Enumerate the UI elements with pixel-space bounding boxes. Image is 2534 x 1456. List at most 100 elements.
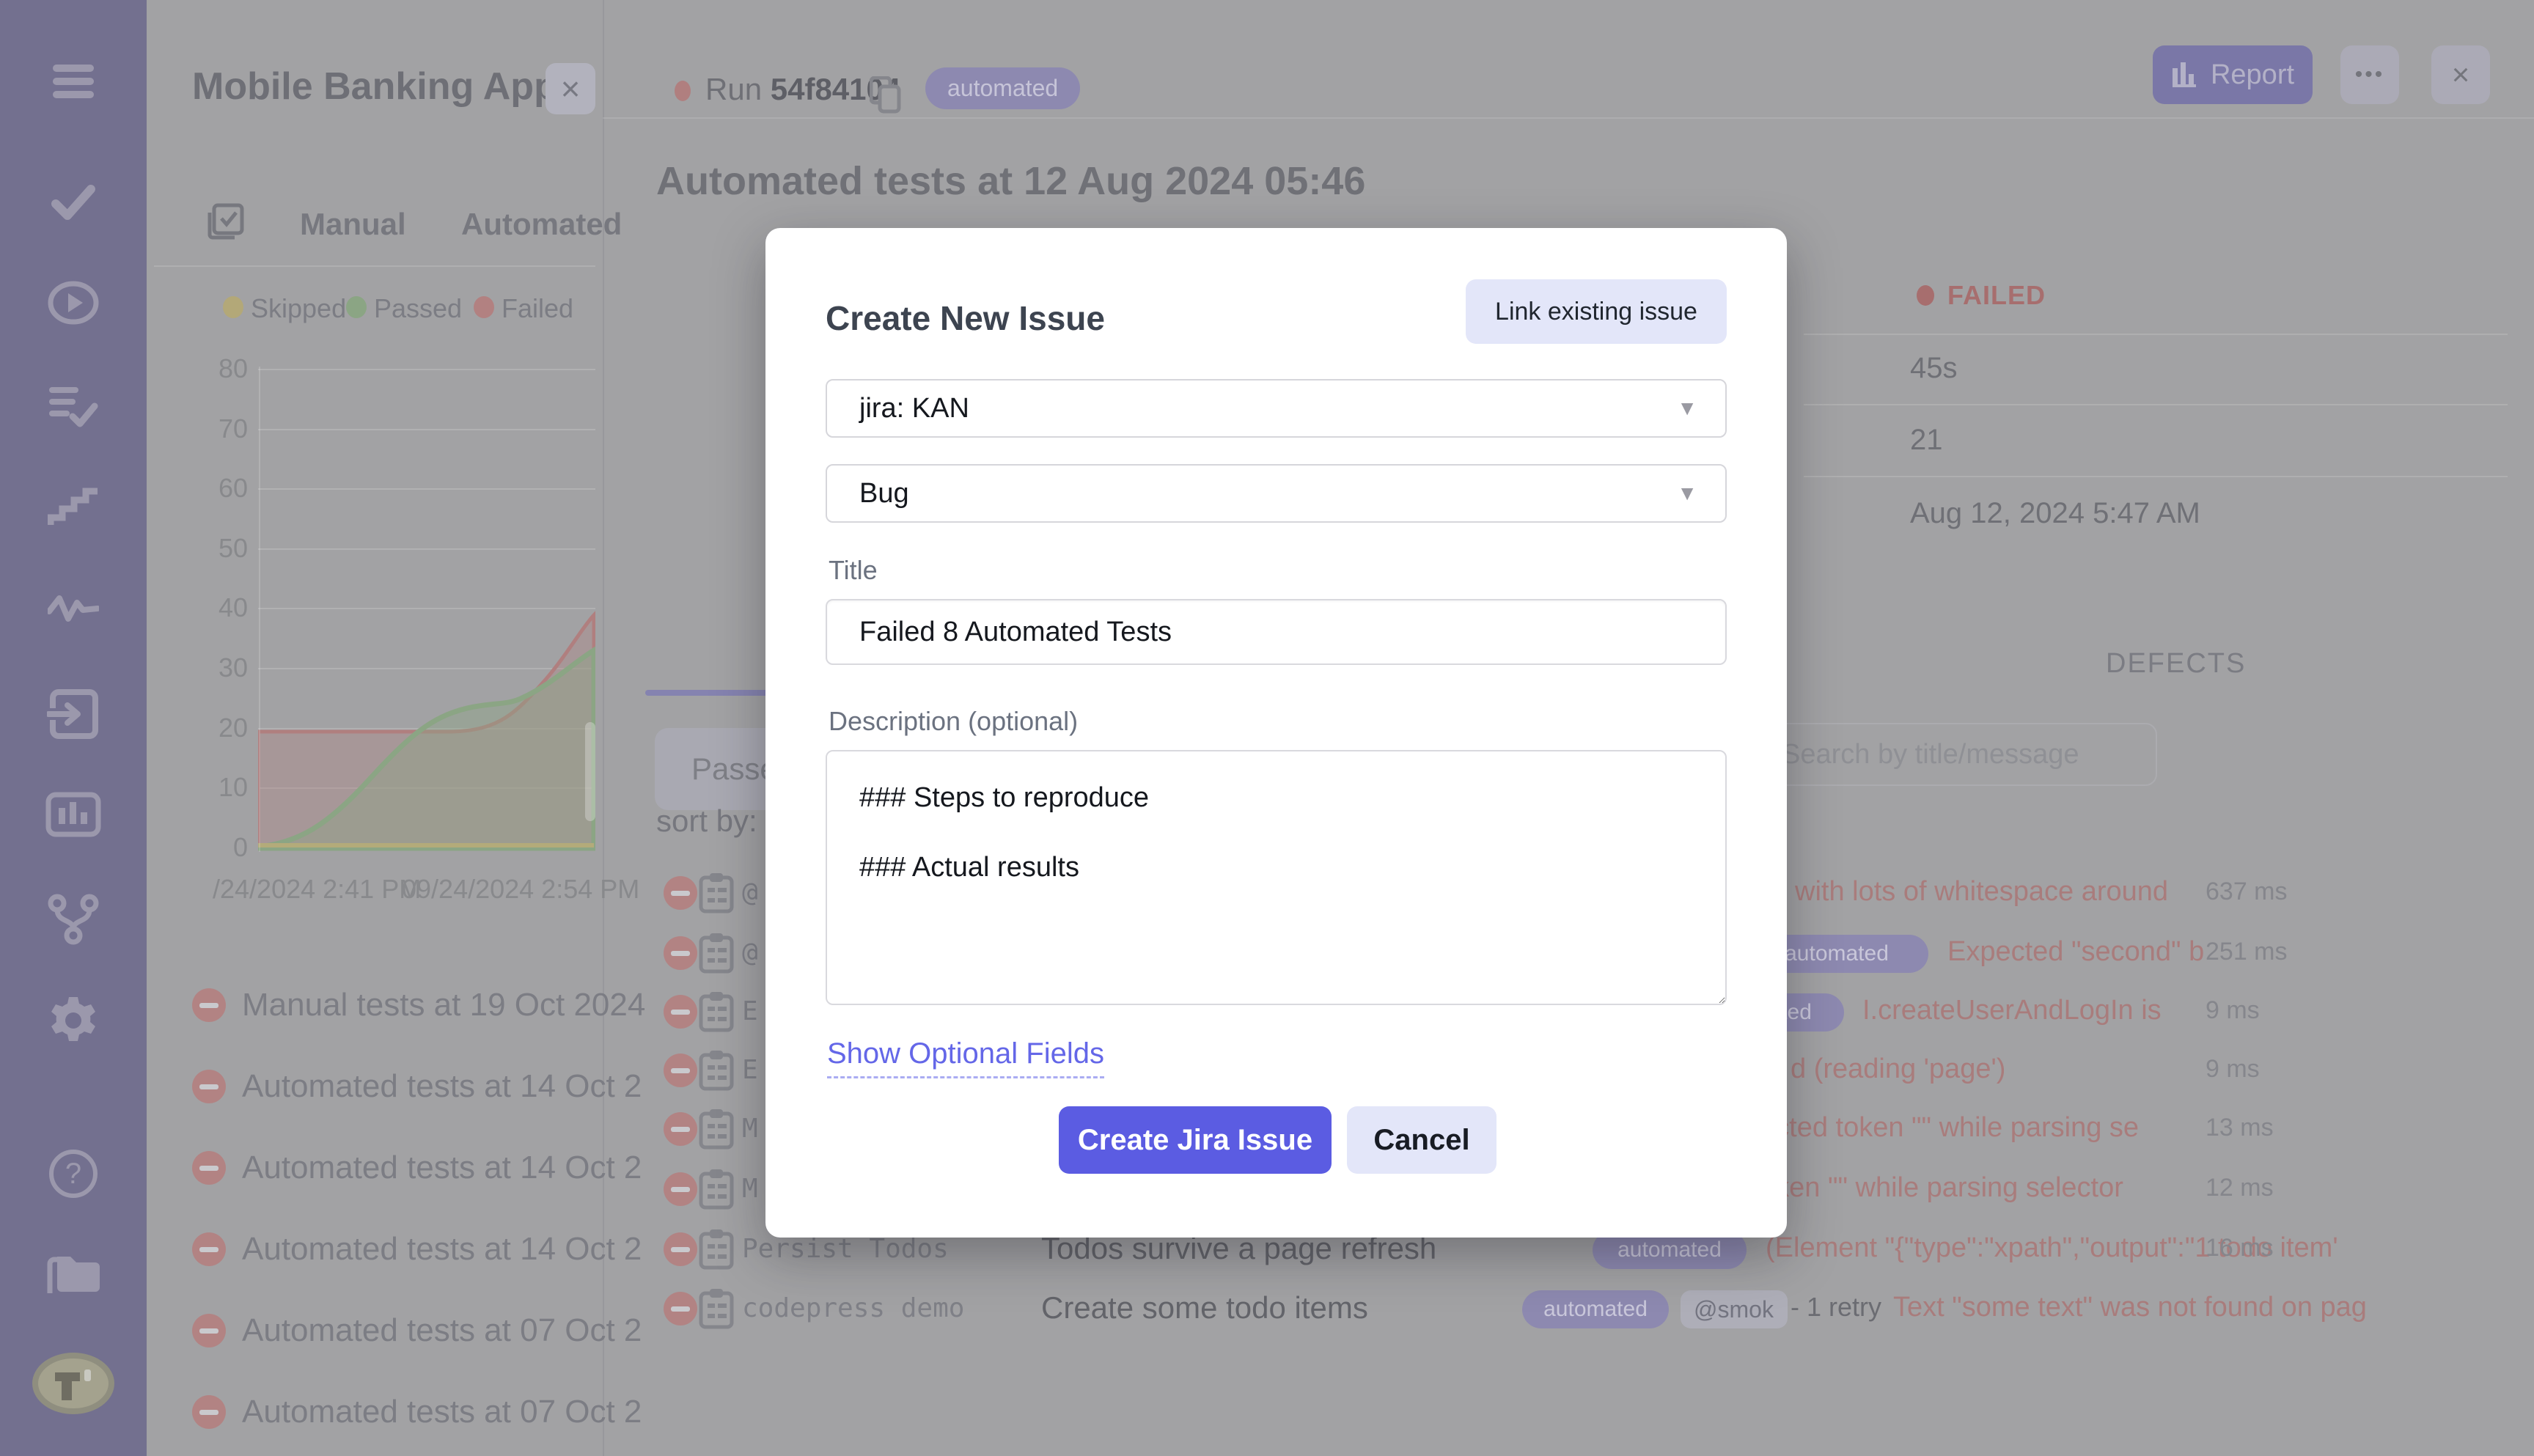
clipboard-icon xyxy=(698,1108,735,1154)
report-button[interactable]: Report xyxy=(2153,45,2313,104)
error-message: d (reading 'page') xyxy=(1791,1054,2006,1084)
y-tick: 20 xyxy=(218,713,248,743)
test-duration: 16 ms xyxy=(2206,1234,2274,1262)
create-jira-issue-button[interactable]: Create Jira Issue xyxy=(1059,1106,1332,1174)
project-select[interactable]: jira: KAN ▼ xyxy=(826,379,1727,438)
header-divider xyxy=(603,117,2534,119)
run-list-item[interactable]: Automated tests at 14 Oct 2 xyxy=(192,1142,642,1194)
suite-name: E xyxy=(742,1055,758,1085)
defects-search-input[interactable] xyxy=(1738,723,2157,786)
clipboard-icon xyxy=(698,872,735,918)
settings-icon[interactable] xyxy=(0,994,147,1047)
suite-name: E xyxy=(742,996,758,1026)
project-title: Mobile Banking App xyxy=(192,65,557,108)
test-row[interactable]: codepress demo Create some todo items au… xyxy=(645,1280,2522,1339)
link-existing-issue-button[interactable]: Link existing issue xyxy=(1466,279,1727,344)
issue-description-textarea[interactable]: ### Steps to reproduce ### Actual result… xyxy=(826,750,1727,1005)
suite-name: @ xyxy=(742,938,758,968)
issue-title-input[interactable] xyxy=(826,599,1727,665)
project-close-button[interactable]: × xyxy=(546,63,595,114)
help-icon[interactable]: ? xyxy=(0,1148,147,1199)
y-tick: 50 xyxy=(218,533,248,563)
issue-type-select[interactable]: Bug ▼ xyxy=(826,464,1727,523)
run-list-item[interactable]: Manual tests at 19 Oct 2024 xyxy=(192,979,645,1031)
run-automated-badge: automated xyxy=(925,67,1081,109)
failed-test-icon xyxy=(664,1172,697,1206)
suite-name: Persist Todos xyxy=(742,1234,949,1264)
chevron-down-icon: ▼ xyxy=(1677,397,1697,419)
cancel-button[interactable]: Cancel xyxy=(1347,1106,1496,1174)
project-select-value: jira: KAN xyxy=(859,392,969,424)
task-list-icon[interactable] xyxy=(0,383,147,430)
failed-run-icon xyxy=(192,988,226,1022)
failed-run-icon xyxy=(192,1070,226,1103)
test-duration: 13 ms xyxy=(2206,1114,2274,1141)
copy-icon[interactable] xyxy=(869,76,903,118)
legend-dot-failed xyxy=(474,296,494,318)
y-tick: 30 xyxy=(218,652,248,683)
projects-icon[interactable] xyxy=(0,1251,147,1299)
failed-test-icon xyxy=(664,936,697,970)
y-tick: 70 xyxy=(218,413,248,444)
create-issue-modal: Create New Issue Link existing issue jir… xyxy=(765,228,1787,1238)
y-tick: 10 xyxy=(218,772,248,802)
checklist-icon[interactable] xyxy=(207,202,245,244)
run-list-item[interactable]: Automated tests at 14 Oct 2 xyxy=(192,1224,642,1275)
run-list-item[interactable]: Automated tests at 14 Oct 2 xyxy=(192,1061,642,1112)
sign-in-icon[interactable] xyxy=(0,688,147,740)
panel-scrollbar[interactable] xyxy=(585,722,595,821)
check-icon[interactable] xyxy=(0,180,147,224)
legend-label-failed: Failed xyxy=(502,293,574,323)
automated-tag: automated xyxy=(1522,1290,1669,1328)
error-message: Expected "second" b xyxy=(1947,936,2205,967)
failed-run-icon xyxy=(192,1314,226,1347)
close-run-button[interactable]: × xyxy=(2431,45,2490,104)
failed-test-icon xyxy=(664,1232,697,1266)
test-title: Create some todo items xyxy=(1041,1290,1368,1325)
menu-icon[interactable] xyxy=(0,62,147,101)
suite-name: codepress demo xyxy=(742,1293,965,1323)
run-list-item[interactable]: Automated tests at 07 Oct 2 xyxy=(192,1386,642,1438)
row-divider xyxy=(1804,404,2508,405)
app-window: ? Mobile Banking App × Manual Automated … xyxy=(0,0,2534,1456)
smoke-tag: @smok xyxy=(1681,1290,1788,1328)
tab-automated[interactable]: Automated xyxy=(461,207,622,242)
steps-icon[interactable] xyxy=(0,484,147,529)
x-tick-start: /24/2024 2:41 PM xyxy=(213,874,422,904)
test-duration: 637 ms xyxy=(2206,878,2288,905)
clipboard-icon xyxy=(698,1168,735,1214)
sort-by-label: sort by: xyxy=(656,804,757,838)
test-duration: 9 ms xyxy=(2206,1055,2260,1083)
issue-type-value: Bug xyxy=(859,477,909,509)
failed-run-icon xyxy=(192,1232,226,1266)
clipboard-icon xyxy=(698,990,735,1037)
show-optional-fields-link[interactable]: Show Optional Fields xyxy=(827,1037,1104,1078)
error-message: Text "some text" was not found on pag xyxy=(1893,1292,2367,1323)
play-icon[interactable] xyxy=(0,277,147,328)
tab-manual[interactable]: Manual xyxy=(300,207,406,242)
run-label: Run xyxy=(705,72,763,106)
activity-icon[interactable] xyxy=(0,587,147,628)
test-duration: 251 ms xyxy=(2206,938,2288,966)
legend-dot-skipped xyxy=(223,296,243,318)
run-list-item[interactable]: Automated tests at 07 Oct 2 xyxy=(192,1305,642,1356)
y-tick: 40 xyxy=(218,592,248,622)
logo-icon[interactable] xyxy=(0,1350,147,1416)
more-button[interactable]: ••• xyxy=(2340,45,2399,104)
failed-run-icon xyxy=(192,1151,226,1185)
branch-icon[interactable] xyxy=(0,893,147,946)
error-message: I.createUserAndLogIn is xyxy=(1862,995,2162,1026)
analytics-icon[interactable] xyxy=(0,792,147,837)
suite-name: M xyxy=(742,1174,758,1204)
test-duration: 9 ms xyxy=(2206,996,2260,1024)
run-tests-count: 21 xyxy=(1910,424,1943,456)
run-duration: 45s xyxy=(1910,352,1958,384)
suite-name: @ xyxy=(742,878,758,908)
bar-chart-icon xyxy=(2172,62,2196,87)
failed-test-icon xyxy=(664,1112,697,1146)
retry-label: - 1 retry xyxy=(1791,1292,1882,1322)
test-duration: 12 ms xyxy=(2206,1174,2274,1202)
failed-test-icon xyxy=(664,1292,697,1326)
y-tick: 80 xyxy=(218,353,248,383)
modal-title: Create New Issue xyxy=(826,299,1105,337)
